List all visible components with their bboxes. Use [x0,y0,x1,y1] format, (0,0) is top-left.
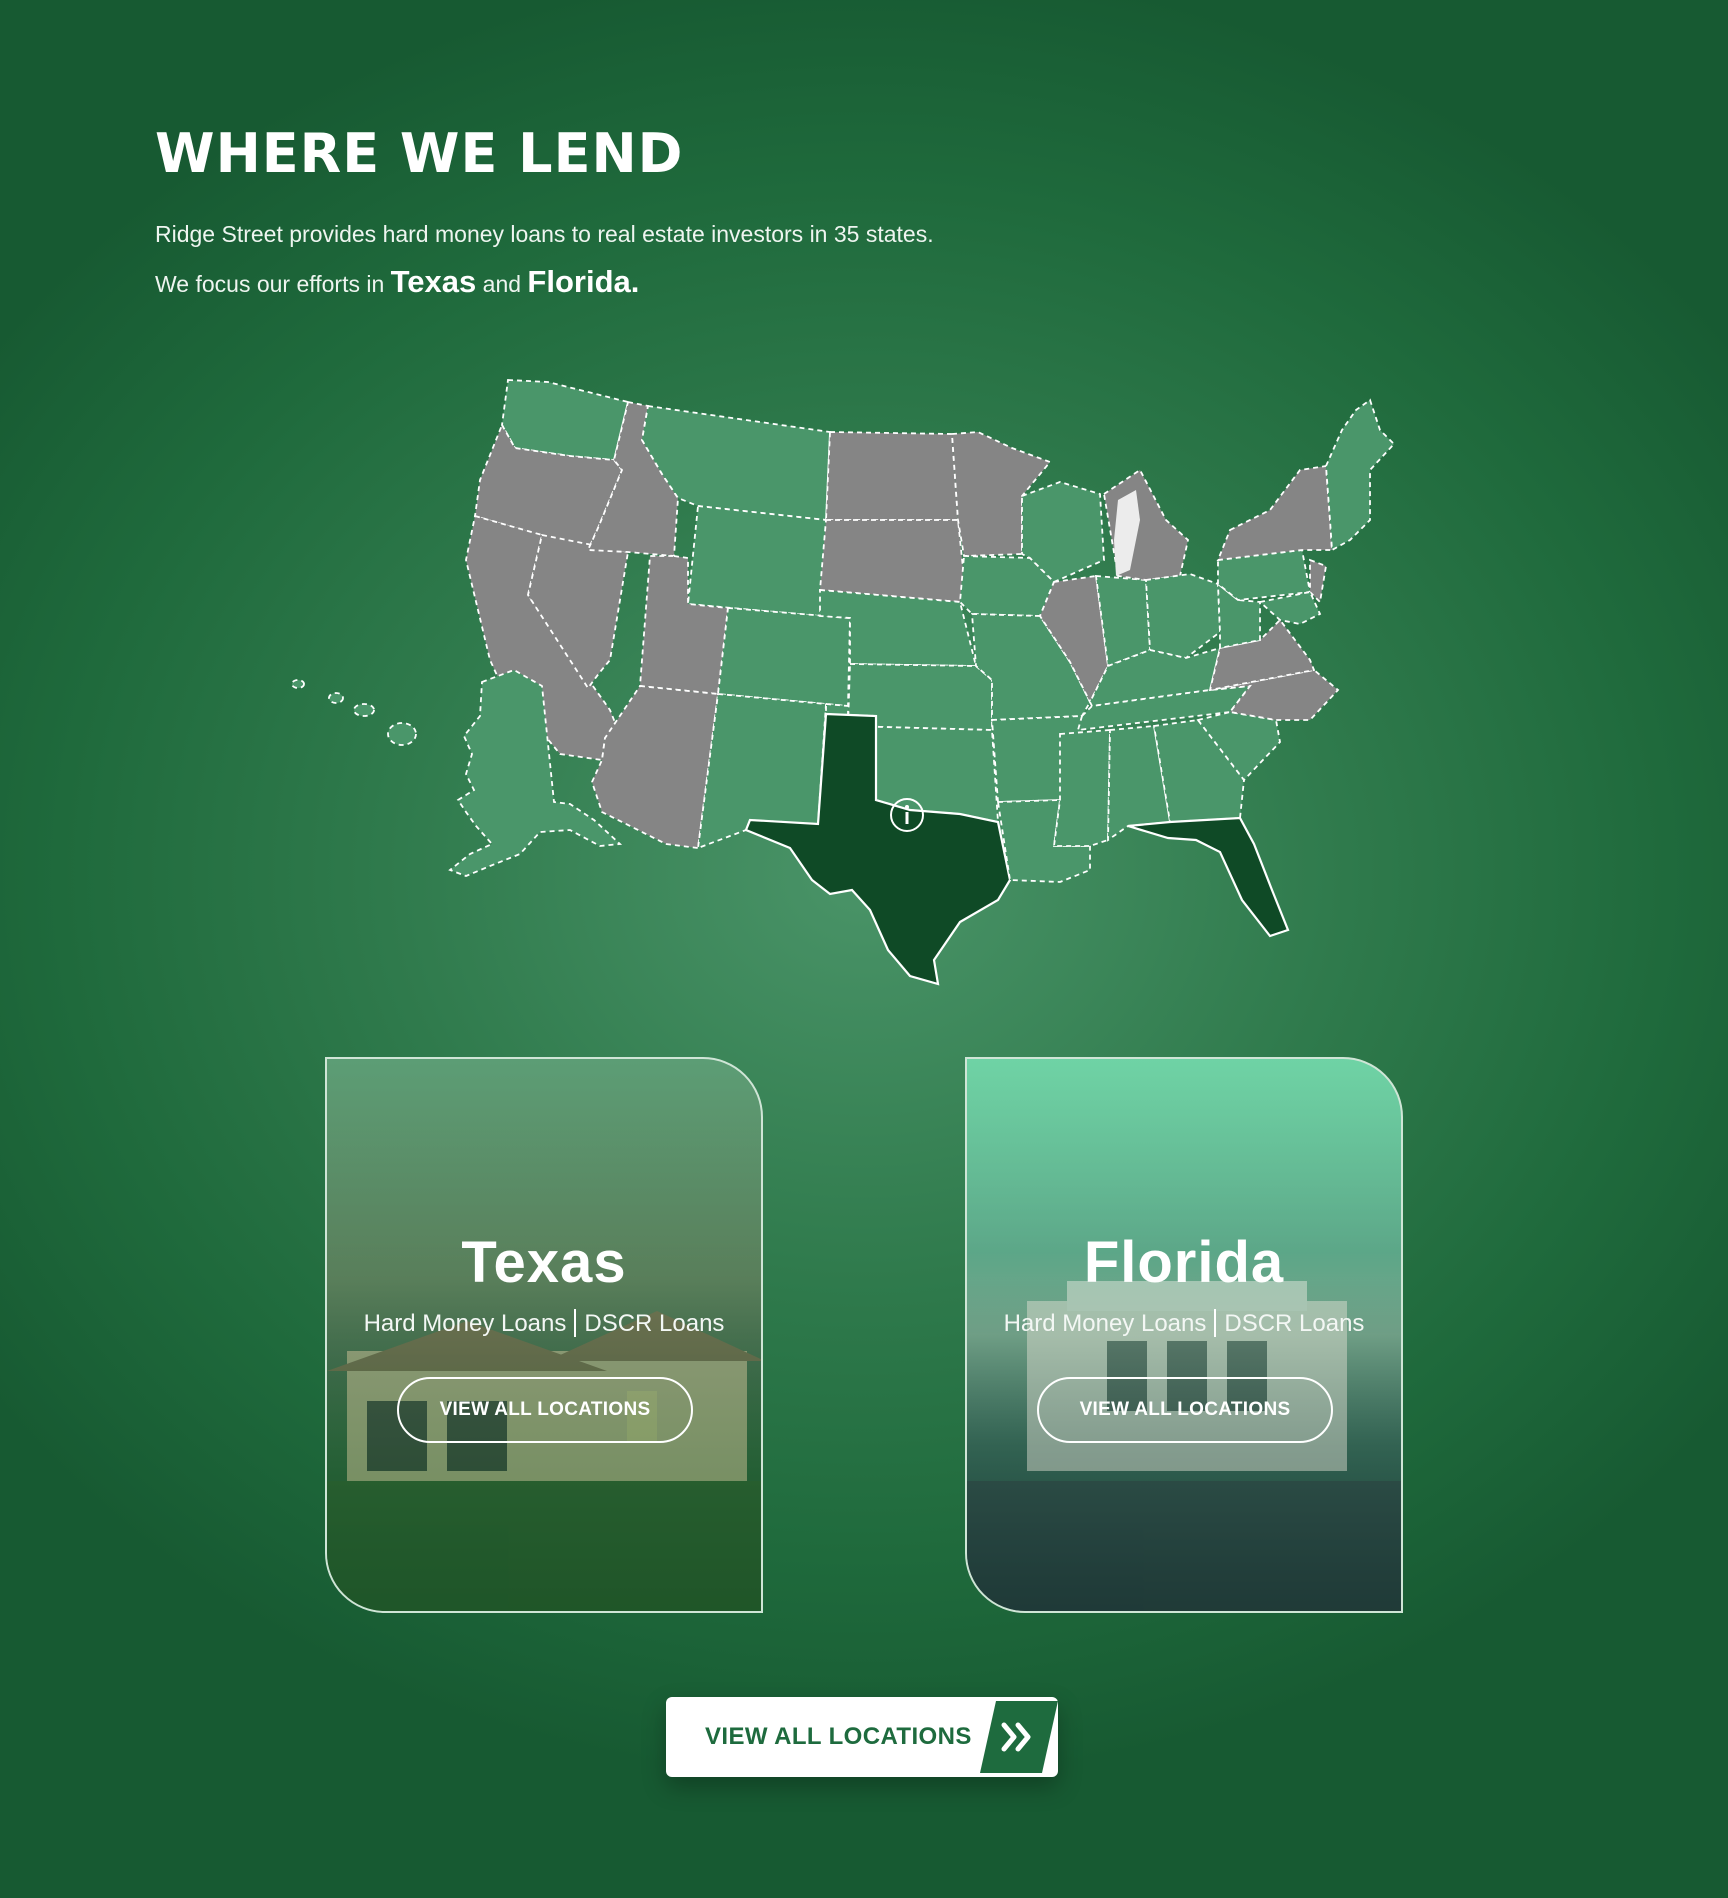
state-ohio[interactable] [1145,573,1221,659]
texas-loan-type-1: Hard Money Loans [363,1310,567,1337]
intro-line-2-prefix: We focus our efforts in [155,271,385,297]
florida-card[interactable]: Florida Hard Money Loans DSCR Loans VIEW … [965,1057,1403,1613]
divider [574,1309,577,1337]
intro-texas: Texas [390,264,477,299]
section-title: WHERE WE LEND [155,122,684,185]
state-mississippi[interactable] [1052,729,1111,847]
view-all-locations-label: VIEW ALL LOCATIONS [705,1723,972,1750]
us-lending-map[interactable] [270,370,1460,990]
florida-card-loan-types: Hard Money Loans DSCR Loans [967,1309,1401,1338]
us-map-svg[interactable] [270,370,1460,990]
state-new-york[interactable] [1216,464,1333,562]
state-maryland-delaware[interactable] [1258,590,1322,625]
state-north-dakota[interactable] [825,431,959,521]
state-hawaii-2[interactable] [328,692,344,704]
state-wyoming[interactable] [687,505,827,617]
florida-view-locations-button[interactable]: VIEW ALL LOCATIONS [1037,1377,1333,1443]
section-intro: Ridge Street provides hard money loans t… [155,210,934,308]
double-chevron-right-icon [980,1701,1058,1773]
state-hawaii-3[interactable] [353,703,375,717]
state-washington[interactable] [501,379,630,461]
state-hawaii-4[interactable] [387,722,417,746]
state-florida[interactable] [1127,816,1290,938]
state-colorado[interactable] [716,607,851,707]
texas-loan-type-2: DSCR Loans [584,1310,725,1337]
intro-period: . [630,264,640,299]
florida-card-title: Florida [1083,1230,1285,1295]
texas-view-locations-button[interactable]: VIEW ALL LOCATIONS [397,1377,693,1443]
divider [1214,1309,1217,1337]
intro-line-1: Ridge Street provides hard money loans t… [155,221,934,247]
view-all-locations-button[interactable]: VIEW ALL LOCATIONS [666,1697,1058,1777]
intro-and: and [482,271,522,297]
texas-card[interactable]: Texas Hard Money Loans DSCR Loans VIEW AL… [325,1057,763,1613]
florida-loan-type-2: DSCR Loans [1224,1310,1365,1337]
state-hawaii-1[interactable] [291,679,305,689]
texas-card-title: Texas [461,1230,627,1295]
texas-card-loan-types: Hard Money Loans DSCR Loans [327,1309,761,1338]
state-new-england[interactable] [1325,398,1396,552]
florida-loan-type-1: Hard Money Loans [1003,1310,1207,1337]
state-south-dakota[interactable] [819,519,965,603]
intro-florida: Florida [527,264,631,299]
